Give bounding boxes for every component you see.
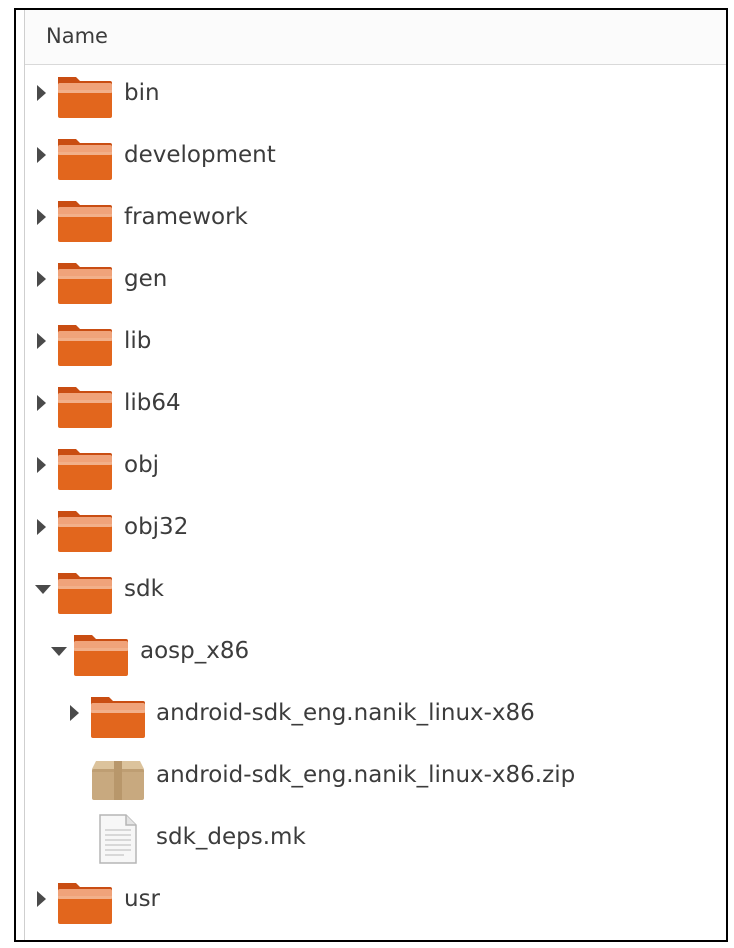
archive-icon [88,752,148,802]
folder-icon [55,566,115,616]
collapse-arrow-icon[interactable] [35,585,51,594]
row-label: framework [124,204,248,230]
folder-icon [55,442,115,492]
row-label: gen [124,266,168,292]
row-label: usr [124,886,161,912]
folder-icon [55,380,115,430]
expand-arrow-icon[interactable] [70,705,79,721]
tree-row-aosp-x86[interactable]: aosp_x86 [25,622,726,684]
tree-row-development[interactable]: development [25,126,726,188]
tree-row-android-sdk-folder[interactable]: android-sdk_eng.nanik_linux-x86 [25,684,726,746]
name-column-header[interactable]: Name [46,24,108,48]
row-label: bin [124,80,160,106]
tree-row-lib[interactable]: lib [25,312,726,374]
row-label: obj32 [124,514,189,540]
expand-arrow-icon[interactable] [37,519,46,535]
tree-row-framework[interactable]: framework [25,188,726,250]
folder-icon [88,690,148,740]
tree-row-obj[interactable]: obj [25,436,726,498]
expand-arrow-icon[interactable] [37,85,46,101]
folder-icon [55,194,115,244]
expand-arrow-icon[interactable] [37,891,46,907]
row-label: android-sdk_eng.nanik_linux-x86 [156,700,535,726]
expand-arrow-icon[interactable] [37,209,46,225]
row-label: lib [124,328,152,354]
tree-row-gen[interactable]: gen [25,250,726,312]
tree-row-sdk-deps[interactable]: sdk_deps.mk [25,808,726,870]
tree-row-obj32[interactable]: obj32 [25,498,726,560]
document-icon [88,814,148,864]
folder-icon [55,70,115,120]
folder-icon [55,256,115,306]
expand-arrow-icon[interactable] [37,333,46,349]
expand-arrow-icon[interactable] [37,147,46,163]
folder-icon [55,876,115,926]
folder-icon [55,504,115,554]
row-label: android-sdk_eng.nanik_linux-x86.zip [156,762,576,788]
expand-arrow-icon[interactable] [37,395,46,411]
tree-row-lib64[interactable]: lib64 [25,374,726,436]
expand-arrow-icon[interactable] [37,457,46,473]
tree-row-usr[interactable]: usr [25,870,726,932]
file-list-window: Name bin development framework gen lib l… [14,8,728,942]
tree-row-bin[interactable]: bin [25,64,726,126]
row-label: development [124,142,276,168]
folder-icon [71,628,131,678]
row-label: sdk [124,576,164,602]
row-label: lib64 [124,390,181,416]
folder-icon [55,132,115,182]
column-header[interactable]: Name [25,10,726,65]
tree-row-android-sdk-zip[interactable]: android-sdk_eng.nanik_linux-x86.zip [25,746,726,808]
folder-icon [55,318,115,368]
expand-arrow-icon[interactable] [37,271,46,287]
row-label: aosp_x86 [140,638,250,664]
row-label: sdk_deps.mk [156,824,306,850]
collapse-arrow-icon[interactable] [51,647,67,656]
tree-row-sdk[interactable]: sdk [25,560,726,622]
row-label: obj [124,452,160,478]
